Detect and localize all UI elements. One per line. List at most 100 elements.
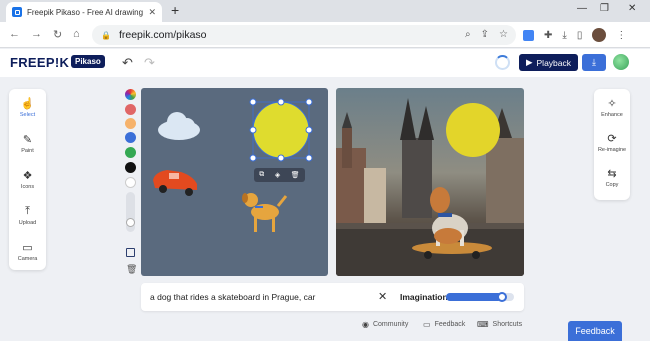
color-swatch[interactable]	[125, 162, 136, 173]
search-icon[interactable]: ⌕	[465, 29, 471, 40]
redo-icon[interactable]: ↷	[144, 55, 155, 71]
freepik-logo[interactable]: FREEP!K	[10, 55, 69, 70]
layers-icon[interactable]	[126, 248, 135, 257]
tool-paint[interactable]: ✎ Paint	[9, 133, 46, 154]
download-icon[interactable]: ⤓	[562, 30, 566, 41]
generated-image-svg	[336, 98, 524, 276]
drawing-canvas[interactable]: ⧉ ◈ 🗑	[141, 88, 328, 276]
duplicate-icon[interactable]: ⧉	[259, 171, 264, 179]
browser-tabstrip: Freepik Pikaso - Free AI drawing ✕ + — ❐…	[0, 0, 650, 22]
tool-label: Paint	[21, 148, 34, 154]
right-tool-panel: ✧ Enhance ⟳ Re-imagine ⇆ Copy	[594, 89, 630, 200]
color-swatch[interactable]	[125, 118, 136, 129]
shapes-icon: ❖	[22, 170, 33, 182]
keyboard-icon: ⌨	[477, 320, 489, 329]
shortcuts-link[interactable]: ⌨ Shortcuts	[477, 320, 522, 329]
paint-brush-icon: ✎	[22, 134, 33, 146]
pikaso-badge: Pikaso	[71, 55, 105, 68]
discord-icon: ◉	[362, 320, 369, 329]
tool-reimagine[interactable]: ⟳ Re-imagine	[594, 132, 630, 153]
profile-avatar[interactable]	[592, 28, 607, 42]
play-icon: ▶	[525, 57, 533, 67]
brush-size-knob[interactable]	[126, 218, 135, 227]
extensions-puzzle-icon[interactable]: ✚	[544, 30, 552, 41]
prompt-bar: a dog that rides a skateboard in Prague,…	[141, 283, 524, 311]
forward-icon[interactable]: →	[31, 28, 42, 40]
tool-enhance[interactable]: ✧ Enhance	[594, 97, 630, 118]
community-link[interactable]: ◉ Community	[362, 320, 408, 329]
url-text: freepik.com/pikaso	[118, 29, 207, 41]
share-icon[interactable]: ⇪	[481, 29, 489, 40]
tool-label: Icons	[20, 184, 35, 190]
color-swatch[interactable]	[125, 104, 136, 115]
feedback-chat-icon: ▭	[423, 320, 431, 329]
playback-label: Playback	[536, 57, 572, 68]
loading-spinner-icon	[495, 55, 510, 70]
car-shape[interactable]	[153, 170, 197, 196]
download-arrow-icon: ⤓	[592, 57, 596, 67]
app-header: FREEP!K Pikaso ↶ ↷ ▶ Playback ⤓	[0, 49, 650, 77]
left-tool-panel: ☝ Select ✎ Paint ❖ Icons ⤒ Upload ▭ Came…	[9, 89, 46, 270]
freepik-favicon-icon	[12, 7, 22, 17]
browser-tab[interactable]: Freepik Pikaso - Free AI drawing ✕	[6, 2, 162, 22]
translate-extension-icon[interactable]	[523, 29, 534, 41]
feedback-label: Feedback	[434, 321, 466, 328]
feedback-button[interactable]: Feedback	[568, 321, 622, 341]
dog-shape[interactable]	[242, 193, 288, 232]
maximize-icon[interactable]: ❐	[600, 3, 609, 14]
tool-label: Camera	[17, 256, 38, 262]
feedback-link[interactable]: ▭ Feedback	[423, 320, 465, 329]
drawing-canvas-svg	[153, 98, 313, 232]
layer-order-icon[interactable]: ◈	[275, 171, 280, 179]
shortcuts-label: Shortcuts	[492, 321, 523, 328]
brush-size-slider[interactable]	[126, 192, 135, 232]
tool-label: Select	[19, 112, 36, 118]
tool-label: Enhance	[601, 112, 623, 118]
menu-dots-icon[interactable]: ⋮	[616, 30, 626, 41]
tool-camera[interactable]: ▭ Camera	[9, 241, 46, 262]
sidepanel-icon[interactable]: ▯	[577, 30, 583, 41]
tool-upload[interactable]: ⤒ Upload	[9, 205, 46, 226]
lock-icon: 🔒	[101, 30, 111, 40]
cloud-shape[interactable]	[158, 112, 200, 140]
tool-label: Upload	[18, 220, 37, 226]
new-tab-button[interactable]: +	[171, 2, 179, 18]
imagination-slider[interactable]	[446, 292, 514, 302]
tool-label: Copy	[605, 182, 619, 188]
window-close-icon[interactable]: ✕	[628, 3, 636, 14]
community-label: Community	[372, 321, 409, 328]
tool-copy[interactable]: ⇆ Copy	[594, 167, 630, 188]
selected-sun-shape[interactable]	[249, 98, 313, 162]
color-swatch[interactable]	[125, 177, 136, 188]
bookmark-star-icon[interactable]: ☆	[499, 29, 508, 40]
prompt-input[interactable]: a dog that rides a skateboard in Prague,…	[150, 292, 315, 302]
tab-title: Freepik Pikaso - Free AI drawing	[27, 7, 144, 17]
imagination-slider-knob[interactable]	[496, 292, 507, 302]
download-button[interactable]: ⤓	[582, 54, 606, 71]
browser-toolbar: ← → ↻ ⌂ 🔒 freepik.com/pikaso ⌕ ⇪ ☆ ✚ ⤓ ▯…	[0, 22, 650, 48]
playback-button[interactable]: ▶ Playback	[519, 54, 578, 71]
upload-icon: ⤒	[25, 205, 30, 217]
color-swatch[interactable]	[125, 132, 136, 143]
tool-select[interactable]: ☝ Select	[9, 97, 46, 118]
color-swatch[interactable]	[125, 147, 136, 158]
tab-close-icon[interactable]: ✕	[148, 7, 156, 18]
generated-image[interactable]	[336, 88, 524, 276]
clear-canvas-trash-icon[interactable]: 🗑	[126, 264, 137, 275]
undo-icon[interactable]: ↶	[122, 55, 133, 71]
color-picker-wheel-icon[interactable]	[125, 89, 136, 100]
camera-icon: ▭	[22, 242, 33, 254]
user-avatar[interactable]	[613, 54, 629, 70]
reimagine-refresh-icon: ⟳	[607, 133, 617, 145]
enhance-wand-icon: ✧	[607, 98, 617, 110]
copy-icon: ⇆	[607, 168, 617, 180]
address-bar[interactable]: 🔒 freepik.com/pikaso ⌕ ⇪ ☆	[92, 25, 516, 45]
home-icon[interactable]: ⌂	[73, 28, 80, 40]
reload-icon[interactable]: ↻	[53, 28, 62, 41]
clear-prompt-icon[interactable]: ✕	[378, 290, 387, 303]
back-icon[interactable]: ←	[9, 28, 20, 40]
tool-icons[interactable]: ❖ Icons	[9, 169, 46, 190]
delete-shape-icon[interactable]: 🗑	[291, 171, 300, 179]
minimize-icon[interactable]: —	[577, 3, 587, 14]
select-hand-icon: ☝	[20, 98, 35, 110]
